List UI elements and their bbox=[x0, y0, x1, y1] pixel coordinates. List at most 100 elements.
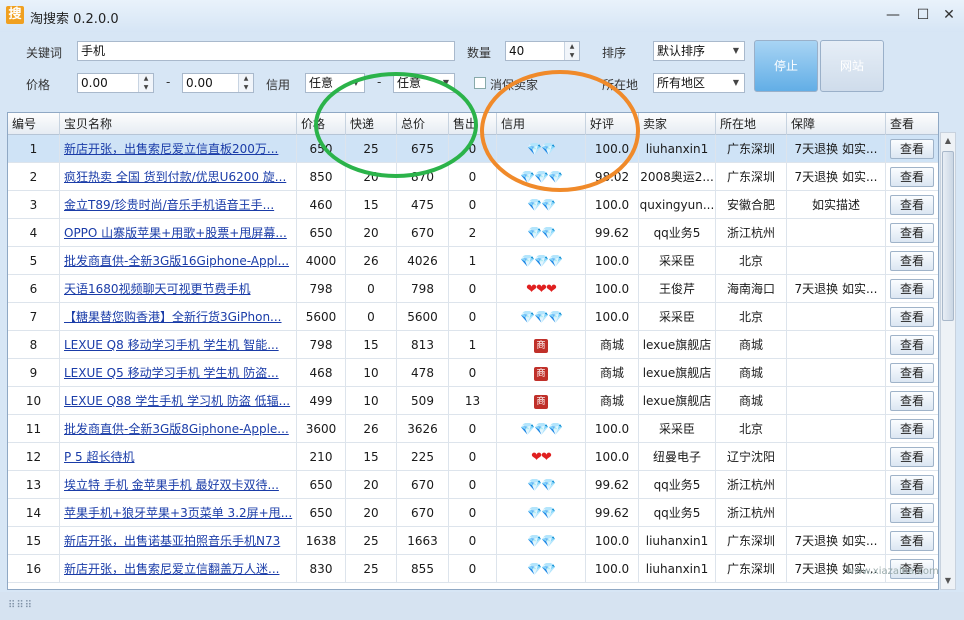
cell-seller: qq业务5 bbox=[639, 499, 716, 527]
header-col-seller[interactable]: 卖家 bbox=[639, 113, 716, 135]
keyword-input[interactable]: 手机 bbox=[77, 41, 455, 61]
cell-name[interactable]: 【糖果替您购香港】全新行货3GiPhon... bbox=[60, 303, 297, 331]
table-row[interactable]: 11 批发商直供-全新3G版8Giphone-Apple... 3600 26 3626… bbox=[8, 415, 938, 443]
resize-grip-icon[interactable]: ⠿⠿⠿ bbox=[8, 600, 33, 611]
view-button[interactable]: 查看 bbox=[890, 251, 934, 271]
cell-rate: 100.0 bbox=[586, 191, 639, 219]
price-min-spin-icon[interactable]: ▲ ▼ bbox=[138, 74, 153, 92]
cell-seller: lexue旗舰店 bbox=[639, 331, 716, 359]
stop-button[interactable]: 停止 bbox=[754, 40, 818, 92]
view-button[interactable]: 查看 bbox=[890, 139, 934, 159]
guarantee-checkbox[interactable] bbox=[474, 77, 486, 89]
table-row[interactable]: 8 LEXUE Q8 移动学习手机 学生机 智能... 798 15 813 1 商 商城 le… bbox=[8, 331, 938, 359]
cell-rate: 100.0 bbox=[586, 303, 639, 331]
cell-total: 870 bbox=[397, 163, 449, 191]
table-row[interactable]: 12 P 5 超长待机 210 15 225 0 ❤❤ 100.0 纽曼电子 辽宁沈阳 查看 bbox=[8, 443, 938, 471]
cell-name[interactable]: 金立T89/珍贵时尚/音乐手机语音王手... bbox=[60, 191, 297, 219]
view-button[interactable]: 查看 bbox=[890, 503, 934, 523]
view-button[interactable]: 查看 bbox=[890, 335, 934, 355]
website-button[interactable]: 网站 bbox=[820, 40, 884, 92]
cell-name[interactable]: 新店开张，出售索尼爱立信翻盖万人迷... bbox=[60, 555, 297, 583]
cell-name[interactable]: LEXUE Q88 学生手机 学习机 防盗 低辐... bbox=[60, 387, 297, 415]
cell-location: 浙江杭州 bbox=[716, 471, 787, 499]
table-row[interactable]: 16 新店开张，出售索尼爱立信翻盖万人迷... 830 25 855 0 💎💎 100.0 li… bbox=[8, 555, 938, 583]
table-row[interactable]: 13 埃立特 手机 金苹果手机 最好双卡双待... 650 20 670 0 💎💎 99.62… bbox=[8, 471, 938, 499]
cell-name[interactable]: 新店开张，出售诺基亚拍照音乐手机N73 bbox=[60, 527, 297, 555]
view-button[interactable]: 查看 bbox=[890, 531, 934, 551]
cell-location: 北京 bbox=[716, 415, 787, 443]
header-col-rate[interactable]: 好评 bbox=[586, 113, 639, 135]
scroll-down-icon[interactable]: ▼ bbox=[941, 573, 955, 589]
view-button[interactable]: 查看 bbox=[890, 223, 934, 243]
chevron-down-icon: ▼ bbox=[442, 78, 450, 87]
table-row[interactable]: 1 新店开张，出售索尼爱立信直板200万... 650 25 675 0 💎💎 100.0 li… bbox=[8, 135, 938, 163]
header-col-price[interactable]: 价格 bbox=[297, 113, 346, 135]
cell-name[interactable]: LEXUE Q5 移动学习手机 学生机 防盗... bbox=[60, 359, 297, 387]
cell-price: 210 bbox=[297, 443, 346, 471]
header-col-name[interactable]: 宝贝名称 bbox=[60, 113, 297, 135]
cell-total: 3626 bbox=[397, 415, 449, 443]
price-max-stepper[interactable]: 0.00 ▲ ▼ bbox=[182, 73, 254, 93]
view-button[interactable]: 查看 bbox=[890, 391, 934, 411]
view-button[interactable]: 查看 bbox=[890, 419, 934, 439]
cell-name[interactable]: OPPO 山寨版苹果+用歌+股票+甩屏幕... bbox=[60, 219, 297, 247]
cell-credit: ❤❤❤ bbox=[497, 275, 586, 303]
cell-location: 商城 bbox=[716, 359, 787, 387]
close-button[interactable]: ✕ bbox=[936, 4, 962, 26]
price-min-stepper[interactable]: 0.00 ▲ ▼ bbox=[77, 73, 154, 93]
table-row[interactable]: 15 新店开张，出售诺基亚拍照音乐手机N73 1638 25 1663 0 💎💎 100.0 l… bbox=[8, 527, 938, 555]
header-col-sold[interactable]: 售出 bbox=[449, 113, 497, 135]
table-row[interactable]: 10 LEXUE Q88 学生手机 学习机 防盗 低辐... 499 10 509 13 商… bbox=[8, 387, 938, 415]
cell-credit: 💎💎 bbox=[497, 135, 586, 163]
maximize-button[interactable]: ☐ bbox=[910, 4, 936, 26]
credit-min-select[interactable]: 任意 ▼ bbox=[305, 73, 365, 93]
header-col-guarantee[interactable]: 保障 bbox=[787, 113, 886, 135]
table-row[interactable]: 3 金立T89/珍贵时尚/音乐手机语音王手... 460 15 475 0 💎💎 100.0 q… bbox=[8, 191, 938, 219]
cell-seller: 王俊芹 bbox=[639, 275, 716, 303]
cell-name[interactable]: 苹果手机+狼牙苹果+3页菜单 3.2屏+甩... bbox=[60, 499, 297, 527]
table-row[interactable]: 14 苹果手机+狼牙苹果+3页菜单 3.2屏+甩... 650 20 670 0 💎💎 99.… bbox=[8, 499, 938, 527]
table-row[interactable]: 2 疯狂热卖 全国 货到付款/优思U6200 旋... 850 20 870 0 💎💎💎 98… bbox=[8, 163, 938, 191]
table-row[interactable]: 7 【糖果替您购香港】全新行货3GiPhon... 5600 0 5600 0 💎💎💎 100… bbox=[8, 303, 938, 331]
header-col-credit[interactable]: 信用 bbox=[497, 113, 586, 135]
minimize-button[interactable]: — bbox=[880, 4, 906, 26]
header-col-total[interactable]: 总价 bbox=[397, 113, 449, 135]
cell-name[interactable]: 埃立特 手机 金苹果手机 最好双卡双待... bbox=[60, 471, 297, 499]
credit-max-select[interactable]: 任意 ▼ bbox=[393, 73, 455, 93]
view-button[interactable]: 查看 bbox=[890, 279, 934, 299]
header-col-location[interactable]: 所在地 bbox=[716, 113, 787, 135]
count-spin-icon[interactable]: ▲ ▼ bbox=[564, 42, 579, 60]
view-button[interactable]: 查看 bbox=[890, 167, 934, 187]
location-select[interactable]: 所有地区 ▼ bbox=[653, 73, 745, 93]
cell-name[interactable]: 批发商直供-全新3G版16Giphone-Appl... bbox=[60, 247, 297, 275]
view-button[interactable]: 查看 bbox=[890, 307, 934, 327]
cell-rate: 100.0 bbox=[586, 247, 639, 275]
cell-name[interactable]: 新店开张，出售索尼爱立信直板200万... bbox=[60, 135, 297, 163]
view-button[interactable]: 查看 bbox=[890, 195, 934, 215]
sort-select[interactable]: 默认排序 ▼ bbox=[653, 41, 745, 61]
scroll-up-icon[interactable]: ▲ bbox=[941, 133, 955, 149]
header-col-ship[interactable]: 快递 bbox=[346, 113, 397, 135]
table-row[interactable]: 5 批发商直供-全新3G版16Giphone-Appl... 4000 26 4026 1… bbox=[8, 247, 938, 275]
cell-name[interactable]: 天语1680视频聊天可视更节费手机 bbox=[60, 275, 297, 303]
cell-no: 3 bbox=[8, 191, 60, 219]
count-stepper[interactable]: 40 ▲ ▼ bbox=[505, 41, 580, 61]
cell-name[interactable]: P 5 超长待机 bbox=[60, 443, 297, 471]
price-max-spin-icon[interactable]: ▲ ▼ bbox=[238, 74, 253, 92]
heart-icon: ❤❤ bbox=[531, 450, 552, 465]
cell-price: 830 bbox=[297, 555, 346, 583]
vertical-scrollbar[interactable]: ▲ ▼ bbox=[940, 132, 956, 590]
view-button[interactable]: 查看 bbox=[890, 363, 934, 383]
cell-name[interactable]: LEXUE Q8 移动学习手机 学生机 智能... bbox=[60, 331, 297, 359]
table-row[interactable]: 9 LEXUE Q5 移动学习手机 学生机 防盗... 468 10 478 0 商 商城 le… bbox=[8, 359, 938, 387]
mall-icon: 商 bbox=[534, 394, 548, 409]
table-row[interactable]: 6 天语1680视频聊天可视更节费手机 798 0 798 0 ❤❤❤ 100.0 王俊芹 海南海… bbox=[8, 275, 938, 303]
header-col-no[interactable]: 编号 bbox=[8, 113, 60, 135]
cell-name[interactable]: 疯狂热卖 全国 货到付款/优思U6200 旋... bbox=[60, 163, 297, 191]
header-col-view[interactable]: 查看 bbox=[886, 113, 938, 135]
view-button[interactable]: 查看 bbox=[890, 475, 934, 495]
table-row[interactable]: 4 OPPO 山寨版苹果+用歌+股票+甩屏幕... 650 20 670 2 💎💎 99.62… bbox=[8, 219, 938, 247]
scroll-thumb[interactable] bbox=[942, 151, 954, 321]
view-button[interactable]: 查看 bbox=[890, 447, 934, 467]
cell-name[interactable]: 批发商直供-全新3G版8Giphone-Apple... bbox=[60, 415, 297, 443]
